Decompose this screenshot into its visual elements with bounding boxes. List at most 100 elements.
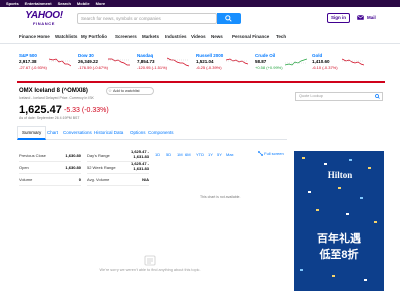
main-nav: Finance Home Watchlists My Portfolio Scr…	[0, 31, 400, 44]
yahoo-finance-logo[interactable]: YAHOO! FINANCE	[24, 10, 64, 30]
quote-title: OMX Iceland 8 (^OMXI8)	[19, 88, 88, 94]
range-max[interactable]: Max	[226, 152, 234, 157]
search-icon	[225, 15, 232, 22]
mail-label: Mail	[367, 15, 376, 20]
summary-label: Open	[19, 165, 29, 170]
nav-watchlists[interactable]: Watchlists	[55, 34, 77, 39]
confetti	[346, 213, 349, 215]
utility-link-mobile[interactable]: Mobile	[77, 1, 90, 6]
nav-news[interactable]: News	[211, 34, 223, 39]
expand-icon	[258, 151, 263, 157]
quote-price: 1,625.47	[19, 104, 62, 116]
nav-markets[interactable]: Markets	[142, 34, 159, 39]
range-ytd[interactable]: YTD	[196, 152, 204, 157]
nav-screeners[interactable]: Screeners	[115, 34, 137, 39]
quote-subtitle: Iceland - Iceland Delayed Price. Currenc…	[19, 96, 94, 100]
advertisement-banner[interactable]: Hilton 百年礼遇 低至8折	[294, 151, 384, 291]
confetti	[308, 191, 311, 193]
confetti	[349, 159, 352, 161]
ticker-dow30[interactable]: Dow 30 26,349.22 -176.59 (-0.67%)	[78, 53, 136, 77]
confetti	[324, 163, 327, 165]
quote-lookup-placeholder: Quote Lookup	[299, 94, 323, 98]
market-ticker-strip: S&P 500 2,917.38 -27.67 (-0.93%) Dow 30 …	[0, 53, 400, 77]
tab-summary[interactable]: Summary	[17, 126, 47, 140]
summary-value: 1,630.80	[65, 165, 81, 170]
nav-my-portfolio[interactable]: My Portfolio	[81, 34, 107, 39]
summary-label: Previous Close	[19, 153, 46, 158]
ticker-russell2000[interactable]: Russell 2000 1,521.04 -6.25 (-0.39%)	[196, 53, 254, 77]
mail-link[interactable]: Mail	[357, 13, 385, 23]
utility-bar: Sports Entertainment Search Mobile More	[0, 0, 400, 7]
tab-chart[interactable]: Chart	[47, 130, 58, 135]
add-to-watchlist-button[interactable]: ☆ Add to watchlist	[106, 87, 154, 95]
divider	[17, 81, 385, 83]
summary-label: 52 Week Range	[87, 165, 116, 170]
range-1m[interactable]: 1M	[177, 152, 183, 157]
nav-videos[interactable]: Videos	[191, 34, 206, 39]
quote-lookup-input[interactable]: Quote Lookup	[295, 92, 383, 101]
ticker-crude-oil[interactable]: Crude Oil 58.87 +0.58 (+0.99%)	[255, 53, 313, 77]
summary-row: Volume 0	[19, 175, 81, 186]
summary-value: 0	[78, 177, 81, 182]
summary-row: Open 1,630.80	[19, 163, 81, 174]
ad-brand-logo: Hilton	[327, 170, 353, 180]
quote-change: -5.33 (-0.33%)	[64, 107, 109, 114]
empty-state-message: We're sorry we weren't able to find anyt…	[99, 268, 201, 272]
quote-timestamp: As of date: September 26 4:19PM BST	[19, 116, 80, 120]
range-6m[interactable]: 6M	[185, 152, 191, 157]
watchlist-label: Add to watchlist	[113, 89, 140, 93]
confetti	[302, 157, 305, 159]
utility-link-search[interactable]: Search	[58, 1, 71, 6]
summary-row: 52 Week Range 1,625.47 - 1,631.83	[87, 161, 149, 174]
sparkline-icon	[342, 58, 364, 66]
nav-finance-home[interactable]: Finance Home	[19, 34, 50, 39]
ticker-nasdaq[interactable]: Nasdaq 7,854.73 -120.95 (-1.51%)	[137, 53, 195, 77]
range-5d[interactable]: 5D	[166, 152, 171, 157]
summary-row: Previous Close 1,630.80	[19, 151, 81, 162]
confetti	[338, 187, 341, 189]
tab-historical-data[interactable]: Historical Data	[94, 130, 123, 135]
utility-link-sports[interactable]: Sports	[6, 1, 19, 6]
sign-in-button[interactable]: Sign in	[327, 13, 350, 23]
logo-subtext: FINANCE	[33, 21, 55, 26]
confetti	[364, 279, 367, 281]
sparkline-icon	[226, 58, 248, 65]
summary-value: 1,630.80	[65, 153, 81, 158]
star-icon: ☆	[108, 88, 113, 93]
confetti	[368, 167, 371, 169]
tab-options[interactable]: Options	[130, 130, 146, 135]
search-input[interactable]: Search for news, symbols or companies	[77, 13, 217, 24]
summary-label: Volume	[19, 177, 33, 182]
range-1y[interactable]: 1Y	[208, 152, 213, 157]
summary-value: N/A	[142, 177, 149, 182]
summary-label: Avg. Volume	[87, 177, 110, 182]
confetti	[332, 275, 335, 277]
search-button[interactable]	[217, 13, 241, 24]
sparkline-icon	[108, 58, 130, 66]
ad-headline: 百年礼遇	[317, 233, 361, 245]
range-5y[interactable]: 5Y	[217, 152, 222, 157]
utility-link-more[interactable]: More	[96, 1, 106, 6]
sparkline-icon	[167, 57, 189, 67]
ticker-sp500[interactable]: S&P 500 2,917.38 -27.67 (-0.93%)	[19, 53, 77, 77]
sparkline-icon	[285, 58, 307, 66]
nav-industries[interactable]: Industries	[165, 34, 187, 39]
tab-components[interactable]: Components	[148, 130, 174, 135]
chart-unavailable-message: This chart is not available.	[200, 195, 241, 199]
ad-subheadline: 低至8折	[319, 249, 359, 261]
summary-label: Day's Range	[87, 153, 110, 158]
full-screen-button[interactable]: Full screen	[258, 151, 284, 157]
search-icon	[375, 94, 380, 99]
range-1d[interactable]: 1D	[155, 152, 160, 157]
nav-tech[interactable]: Tech	[276, 34, 286, 39]
logo-text: YAHOO!	[25, 10, 63, 21]
nav-personal-finance[interactable]: Personal Finance	[232, 34, 269, 39]
tab-conversations[interactable]: Conversations	[63, 130, 92, 135]
summary-row: Avg. Volume N/A	[87, 175, 149, 186]
header: YAHOO! FINANCE Search for news, symbols …	[0, 7, 400, 31]
ticker-gold[interactable]: Gold 1,410.60 -6.10 (-0.37%)	[312, 53, 370, 77]
summary-value: 1,625.47 - 1,631.83	[130, 149, 149, 159]
quote-tabs: Summary Chart Conversations Historical D…	[17, 126, 287, 140]
summary-value: 1,625.47 - 1,631.83	[130, 161, 149, 171]
utility-link-entertainment[interactable]: Entertainment	[25, 1, 52, 6]
